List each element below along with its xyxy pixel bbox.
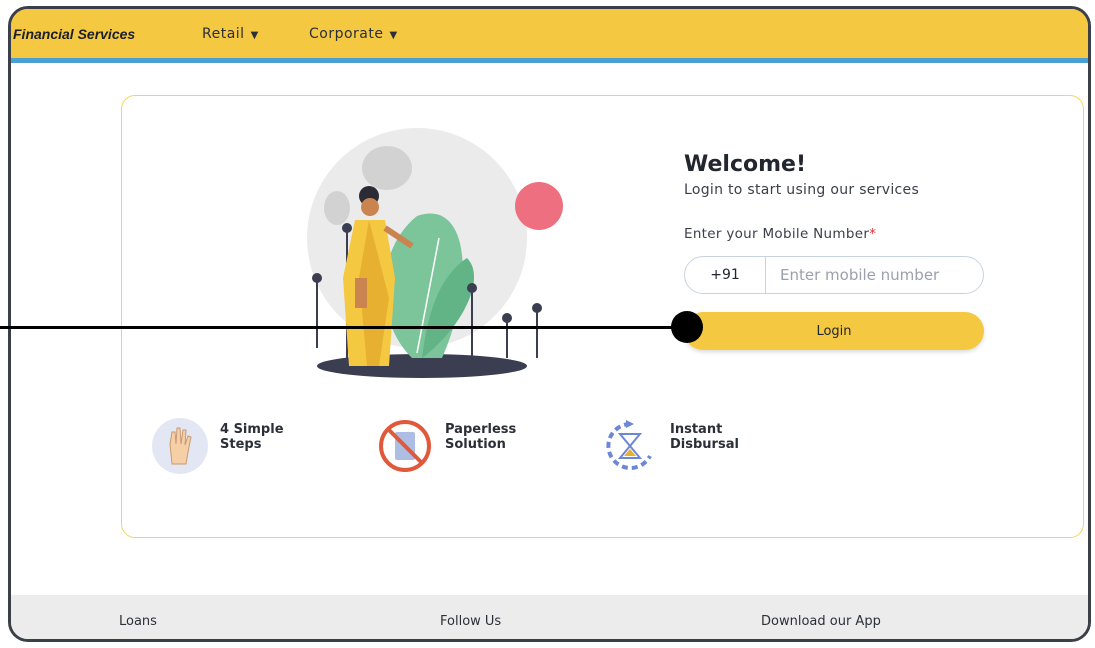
brand-logo-text[interactable]: Financial Services <box>13 26 135 42</box>
mobile-number-field: +91 <box>684 256 984 294</box>
browser-frame: Financial Services Retail ▼ Corporate ▼ <box>8 6 1091 642</box>
feature-label: 4 Simple Steps <box>220 422 284 452</box>
chevron-down-icon: ▼ <box>389 30 398 41</box>
footer: Loans Follow Us Download our App <box>11 595 1088 639</box>
login-card: Welcome! Login to start using our servic… <box>121 95 1084 538</box>
mobile-number-input[interactable] <box>766 265 982 285</box>
chevron-down-icon: ▼ <box>250 30 259 41</box>
footer-loans[interactable]: Loans <box>119 614 157 629</box>
feature-label: Paperless Solution <box>445 422 517 452</box>
login-button[interactable]: Login <box>684 312 984 350</box>
no-paper-icon <box>379 420 431 472</box>
woman-plant-illustration <box>307 128 563 378</box>
mobile-number-label-text: Enter your Mobile Number <box>684 226 870 242</box>
nav-corporate[interactable]: Corporate ▼ <box>309 26 398 42</box>
feature-simple-steps: 4 Simple Steps <box>152 418 310 474</box>
nav-corporate-label: Corporate <box>309 26 384 42</box>
nav-retail[interactable]: Retail ▼ <box>202 26 259 42</box>
feature-instant-disbursal: Instant Disbursal <box>602 418 760 474</box>
welcome-subtitle: Login to start using our services <box>684 182 920 198</box>
hand-icon <box>152 418 208 474</box>
footer-download-app[interactable]: Download our App <box>761 614 881 629</box>
welcome-title: Welcome! <box>684 152 806 177</box>
annotation-pointer-dot <box>671 311 703 343</box>
country-code[interactable]: +91 <box>685 257 766 293</box>
required-asterisk: * <box>869 226 877 242</box>
footer-follow-us[interactable]: Follow Us <box>440 614 501 629</box>
annotation-pointer-line <box>0 326 686 329</box>
mobile-number-label: Enter your Mobile Number* <box>684 226 876 242</box>
feature-label: Instant Disbursal <box>670 422 739 452</box>
nav-retail-label: Retail <box>202 26 245 42</box>
top-navigation-bar: Financial Services Retail ▼ Corporate ▼ <box>11 9 1088 63</box>
hourglass-icon <box>606 420 652 470</box>
feature-paperless: Paperless Solution <box>377 418 535 474</box>
